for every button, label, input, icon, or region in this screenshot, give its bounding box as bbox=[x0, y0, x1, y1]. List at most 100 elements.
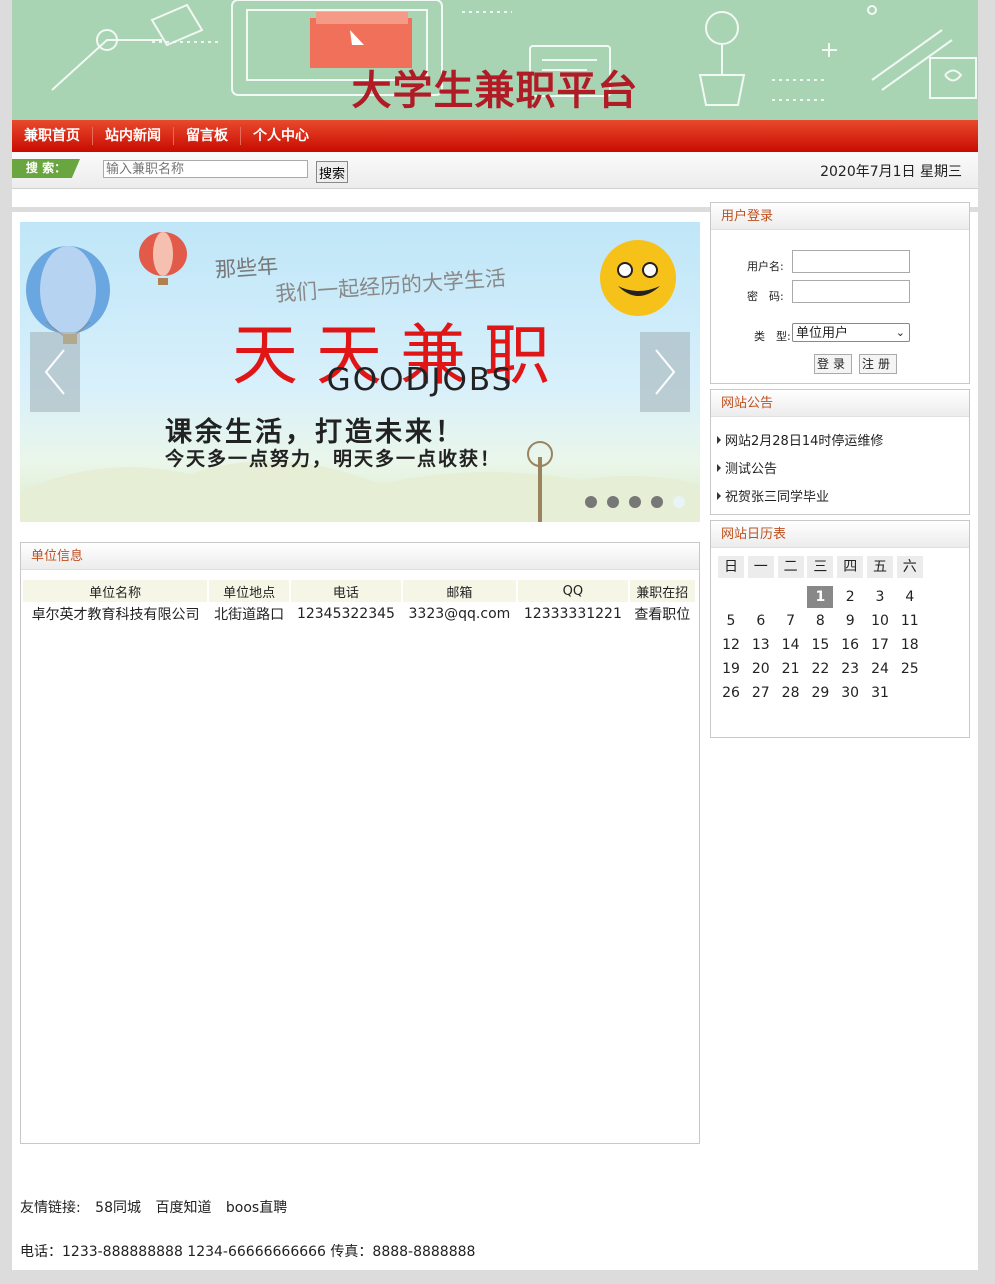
calendar-day[interactable]: 29 bbox=[807, 682, 833, 704]
calendar-title: 网站日历表 bbox=[711, 521, 969, 548]
view-jobs-link[interactable]: 查看职位 bbox=[629, 602, 696, 626]
friend-links-label: 友情链接: bbox=[20, 1200, 81, 1216]
username-label: 用户名: bbox=[747, 260, 784, 273]
calendar-day[interactable]: 31 bbox=[867, 682, 893, 704]
calendar-weekday: 五 bbox=[867, 556, 893, 578]
calendar-day[interactable]: 8 bbox=[807, 610, 833, 632]
company-email: 3323@qq.com bbox=[408, 606, 511, 622]
slider-dot[interactable] bbox=[651, 496, 663, 508]
slider-dot[interactable] bbox=[585, 496, 597, 508]
calendar-weekday: 一 bbox=[747, 556, 774, 578]
nav-item-home[interactable]: 兼职首页 bbox=[12, 127, 93, 145]
calendar-day[interactable]: 1 bbox=[807, 586, 834, 608]
calendar-panel: 网站日历表 日一二三四五六 1 2 3 4 5 6 7 8 9 10 11 12 13 14 15 16 17 18… bbox=[710, 520, 970, 738]
friend-link[interactable]: boos直聘 bbox=[226, 1200, 287, 1216]
friend-link[interactable]: 58同城 bbox=[95, 1200, 141, 1216]
table-row: 卓尔英才教育科技有限公司 北街道路口 12345322345 3323@qq.c… bbox=[23, 602, 696, 626]
calendar-day[interactable]: 27 bbox=[748, 682, 774, 704]
calendar-day[interactable]: 16 bbox=[837, 634, 863, 656]
calendar-weekday: 六 bbox=[896, 556, 923, 578]
login-panel: 用户登录 用户名: 密 码: 类 型: 单位用户 ⌄ 登录 注册 bbox=[710, 202, 970, 384]
calendar-day[interactable]: 24 bbox=[867, 658, 893, 680]
calendar-day[interactable]: 18 bbox=[897, 634, 923, 656]
calendar-day[interactable]: 14 bbox=[778, 634, 804, 656]
company-location: 北街道路口 bbox=[214, 607, 285, 623]
search-button[interactable]: 搜索 bbox=[316, 161, 349, 183]
calendar-day[interactable]: 17 bbox=[867, 634, 893, 656]
company-info-panel: 单位信息 单位名称 单位地点 电话 邮箱 QQ 兼职在招 卓尔英才教育科技有限公… bbox=[20, 542, 700, 1144]
slider-dot[interactable] bbox=[673, 496, 685, 508]
search-tag: 搜 索： bbox=[12, 159, 80, 178]
nav-item-user-center[interactable]: 个人中心 bbox=[241, 127, 321, 145]
friend-link[interactable]: 百度知道 bbox=[155, 1200, 211, 1216]
user-type-select[interactable]: 单位用户 ⌄ bbox=[792, 323, 910, 342]
table-header-row: 单位名称 单位地点 电话 邮箱 QQ 兼职在招 bbox=[23, 580, 698, 602]
column-header: 兼职在招 bbox=[628, 580, 698, 602]
search-input[interactable] bbox=[103, 160, 308, 178]
calendar-day[interactable]: 2 bbox=[837, 586, 863, 608]
notice-item[interactable]: 祝贺张三同学毕业 bbox=[717, 486, 829, 505]
footer-contact: 电话：1233-888888888 1234-66666666666 传真：88… bbox=[20, 1244, 476, 1260]
company-name: 卓尔英才教育科技有限公司 bbox=[31, 607, 200, 623]
calendar-day[interactable]: 4 bbox=[897, 586, 923, 608]
chevron-down-icon: ⌄ bbox=[895, 326, 905, 339]
calendar-day[interactable]: 28 bbox=[778, 682, 804, 704]
company-phone: 12345322345 bbox=[296, 606, 395, 622]
slider-dots bbox=[585, 496, 685, 508]
slide-slogan-2: 今天多一点努力，明天多一点收获！ bbox=[165, 448, 502, 470]
slide-subtitle-1: 那些年 bbox=[214, 253, 279, 283]
slider-next-button[interactable] bbox=[640, 332, 690, 412]
nav-item-news[interactable]: 站内新闻 bbox=[93, 127, 174, 145]
main-nav: 兼职首页 站内新闻 留言板 个人中心 bbox=[12, 120, 978, 152]
calendar-day[interactable]: 30 bbox=[837, 682, 863, 704]
calendar-day[interactable]: 9 bbox=[837, 610, 863, 632]
calendar-day[interactable]: 19 bbox=[718, 658, 744, 680]
friend-links: 友情链接: 58同城 百度知道 boos直聘 bbox=[20, 1197, 297, 1217]
calendar-day[interactable]: 11 bbox=[897, 610, 923, 632]
notice-panel: 网站公告 网站2月28日14时停运维修 测试公告 祝贺张三同学毕业 bbox=[710, 389, 970, 515]
calendar-weekday: 四 bbox=[837, 556, 864, 578]
company-qq: 12333331221 bbox=[523, 606, 622, 622]
calendar-day[interactable]: 23 bbox=[837, 658, 863, 680]
calendar-day[interactable]: 20 bbox=[748, 658, 774, 680]
notice-item[interactable]: 测试公告 bbox=[717, 458, 777, 477]
chevron-right-icon bbox=[655, 349, 676, 395]
nav-item-message-board[interactable]: 留言板 bbox=[174, 127, 241, 145]
password-label: 密 码: bbox=[747, 290, 784, 303]
header-banner: 大学生兼职平台 bbox=[12, 0, 978, 120]
calendar-day[interactable]: 25 bbox=[897, 658, 923, 680]
column-header: 单位名称 bbox=[23, 580, 210, 602]
calendar-day[interactable]: 21 bbox=[778, 658, 804, 680]
password-field[interactable] bbox=[792, 280, 910, 303]
slide-english: GOODJOBS bbox=[326, 362, 514, 398]
column-header: 电话 bbox=[290, 580, 403, 602]
slider-dot[interactable] bbox=[629, 496, 641, 508]
column-header: 邮箱 bbox=[401, 580, 519, 602]
register-button[interactable]: 注册 bbox=[859, 354, 898, 374]
calendar-day[interactable]: 22 bbox=[807, 658, 833, 680]
current-date: 2020年7月1日 星期三 bbox=[820, 164, 962, 180]
calendar-weekday: 日 bbox=[718, 556, 744, 578]
search-bar: 搜 索： 搜索 2020年7月1日 星期三 bbox=[12, 152, 978, 189]
company-table: 单位名称 单位地点 电话 邮箱 QQ 兼职在招 卓尔英才教育科技有限公司 北街道… bbox=[23, 580, 698, 626]
column-header: QQ bbox=[517, 580, 630, 602]
company-info-title: 单位信息 bbox=[21, 543, 699, 570]
column-header: 单位地点 bbox=[208, 580, 292, 602]
login-button[interactable]: 登录 bbox=[814, 354, 853, 374]
calendar-day[interactable]: 3 bbox=[867, 586, 893, 608]
calendar-day[interactable]: 12 bbox=[718, 634, 744, 656]
calendar-day[interactable]: 7 bbox=[778, 610, 804, 632]
username-field[interactable] bbox=[792, 250, 910, 273]
calendar-day[interactable]: 5 bbox=[718, 610, 744, 632]
slider-dot[interactable] bbox=[607, 496, 619, 508]
calendar-day[interactable]: 6 bbox=[748, 610, 774, 632]
calendar-day[interactable]: 26 bbox=[718, 682, 744, 704]
user-type-value: 单位用户 bbox=[796, 326, 849, 341]
calendar-day[interactable]: 10 bbox=[867, 610, 893, 632]
notice-item[interactable]: 网站2月28日14时停运维修 bbox=[717, 430, 883, 449]
image-slider: 那些年 我们一起经历的大学生活 天天兼职 GOODJOBS 课余生活，打造未来！… bbox=[20, 222, 700, 522]
slider-prev-button[interactable] bbox=[30, 332, 80, 412]
calendar-day[interactable]: 13 bbox=[748, 634, 774, 656]
calendar-day[interactable]: 15 bbox=[807, 634, 833, 656]
chevron-left-icon bbox=[44, 349, 65, 395]
